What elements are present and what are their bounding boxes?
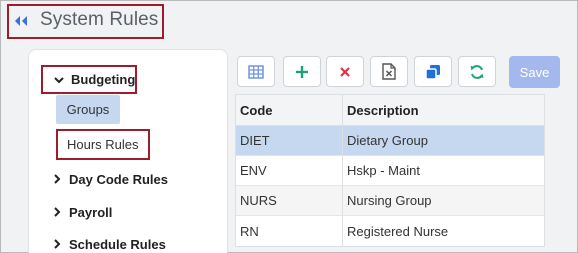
plus-icon [296, 65, 308, 78]
sidebar-item-groups[interactable]: Groups [56, 95, 120, 124]
cell-code: RN [236, 216, 343, 246]
grid-view-button[interactable] [237, 56, 275, 87]
table-row[interactable]: RN Registered Nurse [236, 216, 544, 246]
sidebar-item-label: Schedule Rules [69, 236, 166, 252]
table-row[interactable]: ENV Hskp - Maint [236, 156, 544, 186]
sidebar-item-hours-rules[interactable]: Hours Rules [56, 129, 150, 160]
sidebar-section-label: Budgeting [71, 72, 136, 87]
cell-description: Hskp - Maint [347, 163, 420, 178]
save-button[interactable]: Save [509, 56, 560, 88]
page-header: System Rules [7, 4, 164, 39]
rules-table: Code Description DIET Dietary Group ENV … [235, 94, 545, 247]
cell-description: Nursing Group [347, 193, 432, 208]
sidebar-section-header[interactable]: Budgeting [53, 67, 135, 92]
sidebar-item-label: Day Code Rules [69, 171, 168, 187]
sidebar-item-label: Groups [66, 102, 110, 117]
cell-code: ENV [236, 156, 343, 185]
x-icon [340, 66, 350, 77]
chevron-right-icon [54, 207, 61, 217]
cell-code: DIET [236, 126, 343, 155]
sidebar-section-budgeting[interactable]: Budgeting [41, 65, 137, 94]
app-window: System Rules Budgeting Groups Hours Rule… [0, 0, 578, 253]
delete-button[interactable] [326, 56, 364, 87]
double-chevron-left-icon[interactable] [13, 14, 29, 28]
table-row[interactable]: DIET Dietary Group [236, 126, 544, 156]
excel-file-icon [382, 63, 396, 80]
sidebar-item-label: Payroll [69, 204, 113, 220]
chevron-right-icon [54, 239, 61, 249]
table-row[interactable]: NURS Nursing Group [236, 186, 544, 216]
add-button[interactable] [283, 56, 321, 87]
cell-description: Dietary Group [347, 133, 428, 148]
refresh-button[interactable] [458, 56, 496, 87]
refresh-icon [470, 64, 484, 79]
sidebar-item-payroll[interactable]: Payroll [51, 199, 112, 225]
column-header-code[interactable]: Code [236, 95, 343, 125]
chevron-right-icon [54, 174, 61, 184]
page-title: System Rules [40, 9, 159, 30]
chevron-down-icon [54, 76, 64, 83]
sidebar-item-label: Hours Rules [67, 137, 139, 152]
column-header-description[interactable]: Description [343, 95, 544, 125]
copy-button[interactable] [414, 56, 452, 87]
sidebar-item-day-code-rules[interactable]: Day Code Rules [51, 166, 168, 192]
cell-description: Registered Nurse [347, 223, 449, 239]
cell-code: NURS [236, 186, 343, 215]
sidebar-item-schedule-rules[interactable]: Schedule Rules [51, 231, 166, 253]
grid-icon [248, 64, 264, 79]
table-header: Code Description [236, 95, 544, 126]
sidebar: Budgeting Groups Hours Rules Day Code Ru… [28, 49, 228, 253]
export-excel-button[interactable] [370, 56, 408, 87]
copy-icon [425, 64, 440, 80]
